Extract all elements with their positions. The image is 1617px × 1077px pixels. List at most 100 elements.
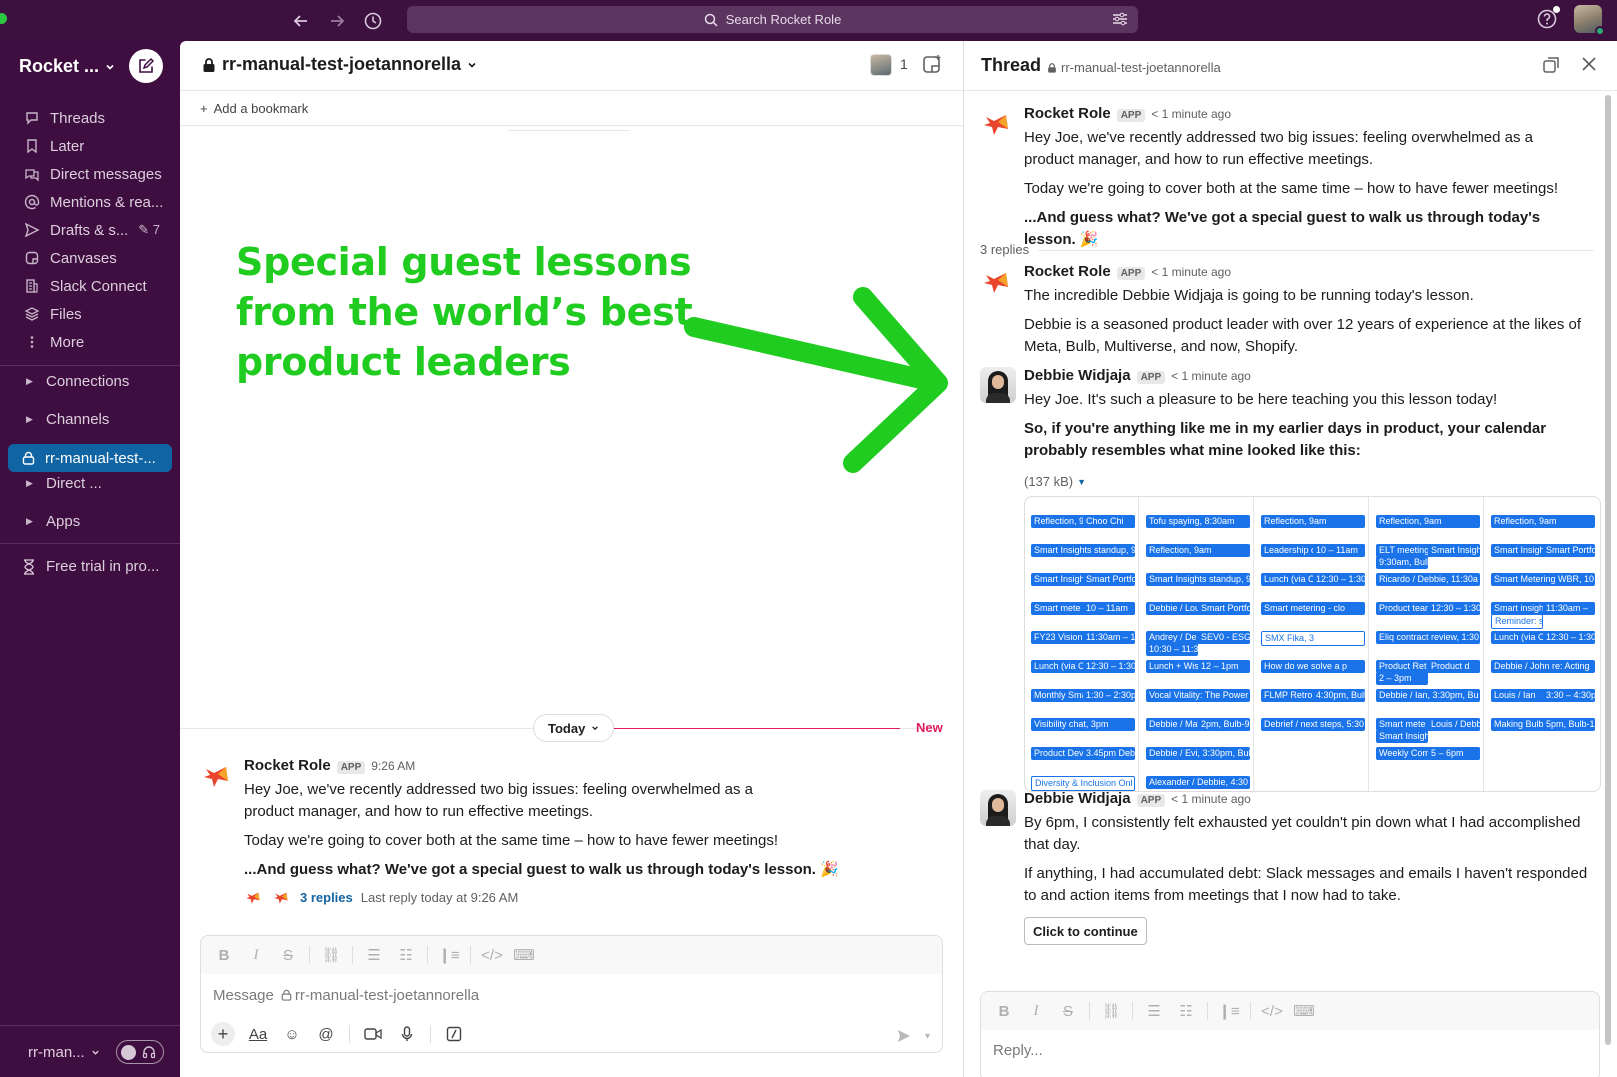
video-icon[interactable]: [362, 1027, 384, 1041]
sidebar-item-threads[interactable]: Threads: [0, 104, 180, 132]
calendar-event: Reflection, 9am: [1261, 515, 1365, 528]
rocket-role-logo-icon[interactable]: [980, 263, 1016, 299]
bold-icon[interactable]: B: [993, 1003, 1015, 1020]
link-icon[interactable]: ⛓: [1100, 1002, 1122, 1020]
ordered-list-icon[interactable]: ☰: [363, 946, 385, 964]
code-icon[interactable]: </>: [481, 947, 503, 964]
sender-name[interactable]: Rocket Role: [1024, 263, 1111, 280]
italic-icon[interactable]: I: [1025, 1003, 1047, 1020]
reply-input[interactable]: Reply...: [981, 1042, 1599, 1059]
back-arrow-icon[interactable]: [288, 8, 314, 34]
free-trial-link[interactable]: Free trial in pro...: [22, 558, 159, 575]
section-connections[interactable]: ▶ Connections: [0, 367, 180, 395]
date-jump-button[interactable]: Today: [533, 714, 615, 742]
footer-workspace-switcher[interactable]: rr-man...: [28, 1044, 100, 1061]
rocket-role-logo-icon[interactable]: [200, 757, 236, 793]
toolbar-separator: [352, 946, 353, 964]
link-icon[interactable]: ⛓: [320, 946, 342, 964]
footer-workspace-name: rr-man...: [28, 1044, 85, 1061]
microphone-icon[interactable]: [396, 1026, 418, 1042]
search-input[interactable]: Search Rocket Role: [407, 6, 1138, 33]
lock-icon: [22, 451, 35, 465]
replies-link[interactable]: 3 replies: [300, 890, 353, 905]
attachment-toggle[interactable]: (137 kB) ▼: [1024, 474, 1601, 489]
workspace-switcher[interactable]: Rocket ...: [19, 56, 115, 77]
thread-pane: Thread rr-manual-test-joetannorella Rock…: [963, 41, 1617, 1077]
history-icon[interactable]: [360, 8, 386, 34]
sidebar-item-files[interactable]: Files: [0, 300, 180, 328]
compose-button[interactable]: [129, 49, 163, 83]
thread-replies-row[interactable]: 3 replies Last reply today at 9:26 AM: [244, 887, 839, 907]
section-channels[interactable]: ▶ Channels: [0, 405, 180, 433]
blockquote-icon[interactable]: ❙≡: [1218, 1002, 1240, 1020]
send-options-chevron-icon[interactable]: ▾: [925, 1031, 930, 1042]
filter-icon[interactable]: [1112, 12, 1128, 26]
drafts-count: ✎ 7: [138, 222, 160, 237]
strikethrough-icon[interactable]: S: [277, 947, 299, 964]
code-icon[interactable]: </>: [1261, 1003, 1283, 1020]
channel-title-button[interactable]: rr-manual-test-joetannorella: [202, 54, 477, 75]
italic-icon[interactable]: I: [245, 947, 267, 964]
member-avatar[interactable]: [870, 54, 892, 76]
sidebar-item-direct-messages[interactable]: Direct messages: [0, 160, 180, 188]
add-bookmark-button[interactable]: + Add a bookmark: [180, 91, 963, 126]
sidebar-item-mentions[interactable]: Mentions & rea...: [0, 188, 180, 216]
channel-canvas-button[interactable]: [921, 53, 943, 75]
strikethrough-icon[interactable]: S: [1057, 1003, 1079, 1020]
calendar-event: Smart Portfo: [1198, 602, 1250, 615]
debbie-avatar[interactable]: [980, 790, 1016, 826]
emoji-icon[interactable]: ☺: [281, 1026, 303, 1043]
new-messages-label: New: [916, 720, 943, 735]
click-to-continue-button[interactable]: Click to continue: [1024, 917, 1147, 945]
calendar-screenshot-image[interactable]: Reflection, 9am Choo Chi Smart Insights st…: [1024, 496, 1601, 792]
window-control-dot[interactable]: [0, 13, 7, 24]
sender-name[interactable]: Debbie Widjaja: [1024, 367, 1131, 384]
popout-icon[interactable]: [1542, 56, 1560, 74]
thread-channel[interactable]: rr-manual-test-joetannorella: [1047, 60, 1221, 75]
section-direct-messages[interactable]: ▶ Direct ...: [0, 469, 180, 497]
formatting-toggle-icon[interactable]: Aa: [247, 1026, 269, 1043]
sidebar-item-more[interactable]: More: [0, 328, 180, 356]
section-apps[interactable]: ▶ Apps: [0, 507, 180, 535]
calendar-event: 12:30 – 1:30pm: [1083, 660, 1135, 673]
section-label: Direct ...: [46, 474, 102, 492]
sender-name[interactable]: Debbie Widjaja: [1024, 790, 1131, 807]
member-count[interactable]: 1: [900, 56, 908, 72]
sender-name[interactable]: Rocket Role: [1024, 105, 1111, 122]
sidebar-item-slack-connect[interactable]: Slack Connect: [0, 272, 180, 300]
sidebar-channel-active[interactable]: rr-manual-test-...: [8, 444, 172, 472]
plus-icon: +: [200, 100, 208, 116]
message-timestamp[interactable]: < 1 minute ago: [1171, 369, 1251, 383]
rocket-role-logo-icon[interactable]: [980, 105, 1016, 141]
sender-name[interactable]: Rocket Role: [244, 757, 331, 774]
forward-arrow-icon[interactable]: [324, 8, 350, 34]
code-block-icon[interactable]: ⌨: [513, 946, 535, 964]
debbie-avatar[interactable]: [980, 367, 1016, 403]
send-icon[interactable]: [896, 1028, 912, 1044]
slash-command-icon[interactable]: [443, 1026, 465, 1042]
calendar-event: Debbie / Evi, 3:30pm, Bul: [1146, 747, 1250, 760]
bold-icon[interactable]: B: [213, 947, 235, 964]
ordered-list-icon[interactable]: ☰: [1143, 1002, 1165, 1020]
huddle-toggle[interactable]: [116, 1040, 164, 1064]
calendar-event: 10:30 – 11:30am: [1146, 643, 1198, 656]
sidebar-item-later[interactable]: Later: [0, 132, 180, 160]
message-timestamp[interactable]: < 1 minute ago: [1151, 265, 1231, 279]
sidebar-item-drafts[interactable]: Drafts & s... ✎ 7: [0, 216, 180, 244]
thread-reply[interactable]: Debbie Widjaja APP < 1 minute ago Hey Jo…: [980, 367, 1601, 792]
close-icon[interactable]: [1580, 55, 1598, 73]
sidebar-item-canvases[interactable]: Canvases: [0, 244, 180, 272]
thread-reply[interactable]: Debbie Widjaja APP < 1 minute ago By 6pm…: [980, 790, 1600, 945]
blockquote-icon[interactable]: ❙≡: [438, 946, 460, 964]
code-block-icon[interactable]: ⌨: [1293, 1002, 1315, 1020]
message-timestamp[interactable]: < 1 minute ago: [1151, 107, 1231, 121]
bullet-list-icon[interactable]: ☷: [395, 946, 417, 964]
message-input[interactable]: Message rr-manual-test-joetannorella: [201, 974, 942, 1016]
mention-icon[interactable]: @: [315, 1026, 337, 1043]
bullet-list-icon[interactable]: ☷: [1175, 1002, 1197, 1020]
message-timestamp[interactable]: < 1 minute ago: [1171, 792, 1251, 806]
attach-plus-button[interactable]: +: [211, 1022, 235, 1046]
message-text: So, if you're anything like me in my ear…: [1024, 420, 1547, 459]
thread-scrollbar[interactable]: [1605, 95, 1611, 1045]
message-timestamp[interactable]: 9:26 AM: [371, 759, 415, 773]
